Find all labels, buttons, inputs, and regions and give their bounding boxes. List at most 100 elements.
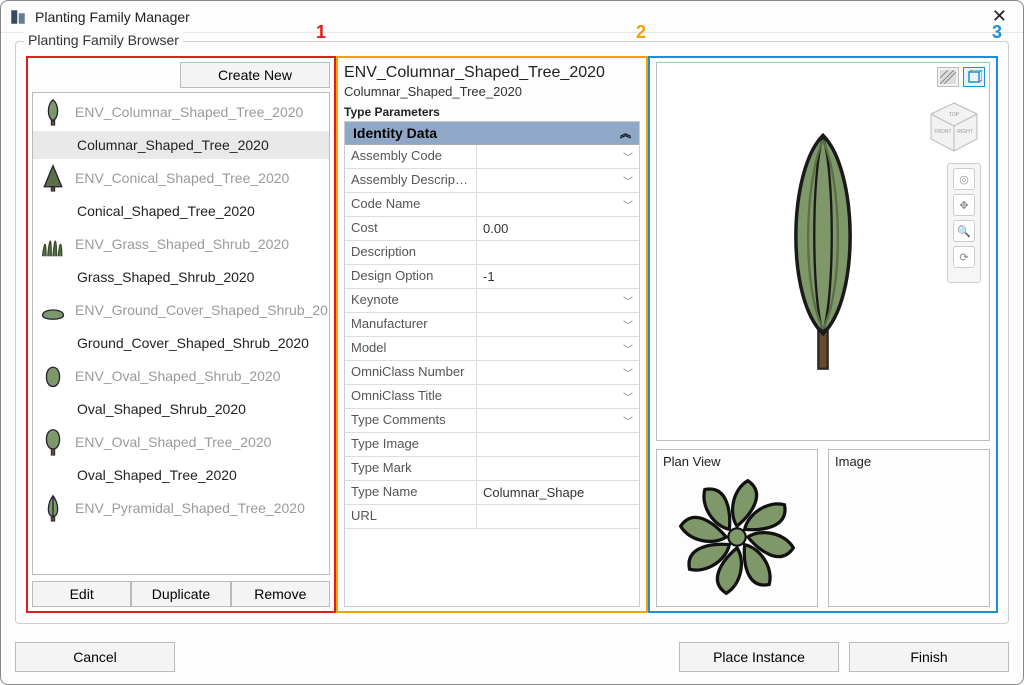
param-row[interactable]: Keynote﹀ — [345, 289, 639, 313]
param-name: Type Name — [345, 481, 477, 504]
chevron-down-icon[interactable]: ﹀ — [623, 413, 633, 428]
param-name: URL — [345, 505, 477, 528]
param-row[interactable]: Code Name ﹀ — [345, 193, 639, 217]
type-name-heading: Columnar_Shaped_Tree_2020 — [344, 84, 640, 99]
param-value[interactable]: ﹀ — [477, 169, 639, 192]
create-new-button[interactable]: Create New — [180, 62, 330, 88]
family-header[interactable]: ENV_Oval_Shaped_Tree_2020 — [33, 423, 329, 461]
param-value[interactable]: ﹀ — [477, 313, 639, 336]
chevron-down-icon[interactable]: ﹀ — [623, 389, 633, 404]
content-area: Planting Family Browser 1 2 3 Create New… — [1, 33, 1023, 634]
finish-button[interactable]: Finish — [849, 642, 1009, 672]
plan-view-thumb[interactable]: Plan View — [656, 449, 818, 607]
chevron-down-icon[interactable]: ﹀ — [623, 149, 633, 164]
param-name: Description — [345, 241, 477, 264]
chevron-down-icon[interactable]: ﹀ — [623, 341, 633, 356]
param-row[interactable]: Cost0.00 — [345, 217, 639, 241]
param-row[interactable]: OmniClass Number﹀ — [345, 361, 639, 385]
chevron-down-icon[interactable]: ﹀ — [623, 173, 633, 188]
cancel-button[interactable]: Cancel — [15, 642, 175, 672]
param-row[interactable]: OmniClass Title ﹀ — [345, 385, 639, 409]
param-value[interactable]: 0.00 — [477, 217, 639, 240]
param-row[interactable]: Type Comments﹀ — [345, 409, 639, 433]
family-name: ENV_Columnar_Shaped_Tree_2020 — [75, 104, 303, 120]
param-value[interactable]: ﹀ — [477, 145, 639, 168]
param-value[interactable]: -1 — [477, 265, 639, 288]
param-name: Code Name — [345, 193, 477, 216]
svg-text:RIGHT: RIGHT — [957, 129, 973, 135]
param-value[interactable]: ﹀ — [477, 361, 639, 384]
shading-box-icon[interactable] — [963, 67, 985, 87]
type-item[interactable]: Oval_Shaped_Shrub_2020 — [33, 395, 329, 423]
param-name: Model — [345, 337, 477, 360]
param-value[interactable]: ﹀ — [477, 337, 639, 360]
type-item[interactable]: Ground_Cover_Shaped_Shrub_2020 — [33, 329, 329, 357]
family-group: ENV_Oval_Shaped_Shrub_2020Oval_Shaped_Sh… — [33, 357, 329, 423]
plant-icon — [39, 493, 67, 523]
family-name-heading: ENV_Columnar_Shaped_Tree_2020 — [344, 64, 640, 82]
duplicate-button[interactable]: Duplicate — [131, 581, 230, 607]
param-row[interactable]: Type Image — [345, 433, 639, 457]
type-item[interactable]: Grass_Shaped_Shrub_2020 — [33, 263, 329, 291]
family-group: ENV_Grass_Shaped_Shrub_2020Grass_Shaped_… — [33, 225, 329, 291]
family-group: ENV_Pyramidal_Shaped_Tree_2020 — [33, 489, 329, 527]
param-row[interactable]: Assembly Code﹀ — [345, 145, 639, 169]
param-value[interactable]: ﹀ — [477, 409, 639, 432]
param-value[interactable] — [477, 433, 639, 456]
param-row[interactable]: Type NameColumnar_Shape — [345, 481, 639, 505]
family-header[interactable]: ENV_Conical_Shaped_Tree_2020 — [33, 159, 329, 197]
place-instance-button[interactable]: Place Instance — [679, 642, 839, 672]
param-value[interactable] — [477, 241, 639, 264]
navigation-bar[interactable]: ◎ ✥ 🔍 ⟳ — [947, 163, 981, 283]
param-value[interactable]: ﹀ — [477, 193, 639, 216]
shading-hatched-icon[interactable] — [937, 67, 959, 87]
param-name: Type Image — [345, 433, 477, 456]
type-item[interactable]: Columnar_Shaped_Tree_2020 — [33, 131, 329, 159]
nav-pan-icon[interactable]: ✥ — [953, 194, 975, 216]
family-header[interactable]: ENV_Ground_Cover_Shaped_Shrub_2020 — [33, 291, 329, 329]
family-header[interactable]: ENV_Grass_Shaped_Shrub_2020 — [33, 225, 329, 263]
family-header[interactable]: ENV_Oval_Shaped_Shrub_2020 — [33, 357, 329, 395]
footer: Cancel Place Instance Finish — [1, 634, 1023, 684]
param-row[interactable]: Assembly Description﹀ — [345, 169, 639, 193]
chevron-down-icon[interactable]: ﹀ — [623, 365, 633, 380]
nav-orbit-icon[interactable]: ⟳ — [953, 246, 975, 268]
edit-button[interactable]: Edit — [32, 581, 131, 607]
chevron-down-icon[interactable]: ﹀ — [623, 293, 633, 308]
chevron-down-icon[interactable]: ﹀ — [623, 317, 633, 332]
family-list[interactable]: ENV_Columnar_Shaped_Tree_2020 Columnar_Sh… — [32, 92, 330, 575]
param-row[interactable]: Design Option-1 — [345, 265, 639, 289]
param-row[interactable]: URL — [345, 505, 639, 529]
param-row[interactable]: Description — [345, 241, 639, 265]
param-name: Cost — [345, 217, 477, 240]
titlebar: Planting Family Manager ✕ — [1, 1, 1023, 33]
family-group: ENV_Ground_Cover_Shaped_Shrub_2020Ground… — [33, 291, 329, 357]
param-category-header[interactable]: Identity Data ︽ — [345, 122, 639, 145]
viewcube[interactable]: TOP RIGHT FRONT — [927, 99, 981, 153]
family-group: ENV_Oval_Shaped_Tree_2020Oval_Shaped_Tre… — [33, 423, 329, 489]
type-item[interactable]: Conical_Shaped_Tree_2020 — [33, 197, 329, 225]
preview-3d-view[interactable]: TOP RIGHT FRONT ◎ ✥ 🔍 ⟳ — [656, 62, 990, 441]
family-header[interactable]: ENV_Columnar_Shaped_Tree_2020 — [33, 93, 329, 131]
remove-button[interactable]: Remove — [231, 581, 330, 607]
image-thumb-label: Image — [835, 454, 983, 469]
param-value[interactable] — [477, 505, 639, 528]
param-value[interactable]: ﹀ — [477, 385, 639, 408]
collapse-icon: ︽ — [620, 125, 631, 141]
nav-zoom-icon[interactable]: 🔍 — [953, 220, 975, 242]
type-parameters-grid[interactable]: Identity Data ︽ Assembly Code﹀Assembly D… — [344, 121, 640, 607]
param-value[interactable]: ﹀ — [477, 289, 639, 312]
param-row[interactable]: Type Mark — [345, 457, 639, 481]
nav-wheel-icon[interactable]: ◎ — [953, 168, 975, 190]
param-value[interactable] — [477, 457, 639, 480]
param-value[interactable]: Columnar_Shape — [477, 481, 639, 504]
image-thumb[interactable]: Image — [828, 449, 990, 607]
marker-3: 3 — [992, 22, 1002, 43]
family-header[interactable]: ENV_Pyramidal_Shaped_Tree_2020 — [33, 489, 329, 527]
param-row[interactable]: Model ﹀ — [345, 337, 639, 361]
type-item[interactable]: Oval_Shaped_Tree_2020 — [33, 461, 329, 489]
param-row[interactable]: Manufacturer﹀ — [345, 313, 639, 337]
param-name: OmniClass Title — [345, 385, 477, 408]
type-parameters-panel: ENV_Columnar_Shaped_Tree_2020 Columnar_S… — [336, 56, 648, 613]
chevron-down-icon[interactable]: ﹀ — [623, 197, 633, 212]
